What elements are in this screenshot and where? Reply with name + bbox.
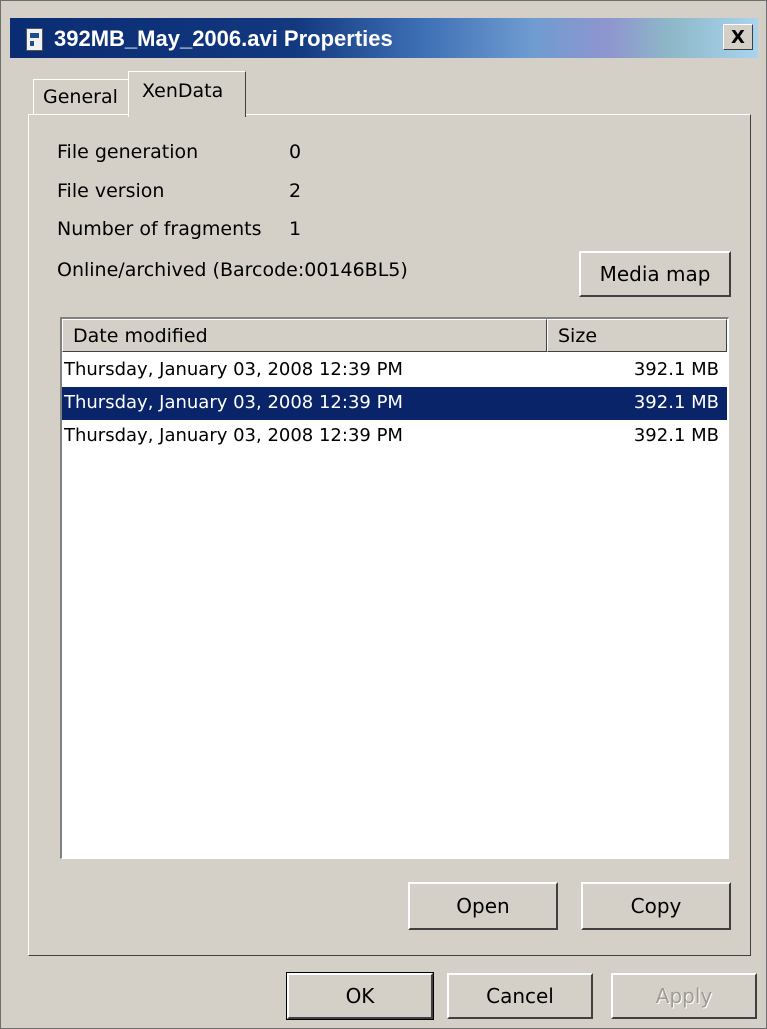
row-size: 392.1 MB (633, 392, 719, 413)
column-header-date[interactable]: Date modified (62, 319, 547, 352)
row-date: Thursday, January 03, 2008 12:39 PM (64, 359, 403, 380)
row-date: Thursday, January 03, 2008 12:39 PM (64, 425, 403, 446)
row-size: 392.1 MB (633, 425, 719, 446)
fragments-value: 1 (289, 218, 302, 240)
file-version-label: File version (57, 180, 165, 202)
list-header: Date modified Size (62, 319, 728, 352)
file-version-value: 2 (289, 180, 302, 202)
fragments-label: Number of fragments (57, 218, 262, 240)
close-button[interactable]: X (723, 24, 753, 50)
properties-dialog: 392MB_May_2006.avi Properties X General … (0, 0, 767, 1029)
apply-button[interactable]: Apply (611, 973, 757, 1019)
cancel-button[interactable]: Cancel (447, 973, 593, 1019)
column-header-size[interactable]: Size (547, 319, 727, 352)
versions-list[interactable]: Date modified Size Thursday, January 03,… (60, 317, 729, 859)
file-generation-label: File generation (57, 141, 199, 163)
tab-general[interactable]: General (33, 79, 129, 115)
title-bar[interactable]: 392MB_May_2006.avi Properties X (10, 18, 758, 58)
ok-button[interactable]: OK (286, 972, 434, 1020)
archive-status: Online/archived (Barcode:00146BL5) (57, 259, 408, 281)
media-map-button[interactable]: Media map (579, 251, 731, 297)
list-row[interactable]: Thursday, January 03, 2008 12:39 PM 392.… (62, 420, 727, 453)
tab-xendata[interactable]: XenData (128, 71, 246, 117)
window-title: 392MB_May_2006.avi Properties (54, 26, 393, 51)
list-row-selected[interactable]: Thursday, January 03, 2008 12:39 PM 392.… (62, 387, 727, 420)
row-date: Thursday, January 03, 2008 12:39 PM (64, 392, 403, 413)
file-generation-value: 0 (289, 141, 302, 163)
file-icon (26, 28, 43, 51)
copy-button[interactable]: Copy (581, 882, 731, 930)
row-size: 392.1 MB (633, 359, 719, 380)
list-row[interactable]: Thursday, January 03, 2008 12:39 PM 392.… (62, 354, 727, 387)
open-button[interactable]: Open (408, 882, 558, 930)
